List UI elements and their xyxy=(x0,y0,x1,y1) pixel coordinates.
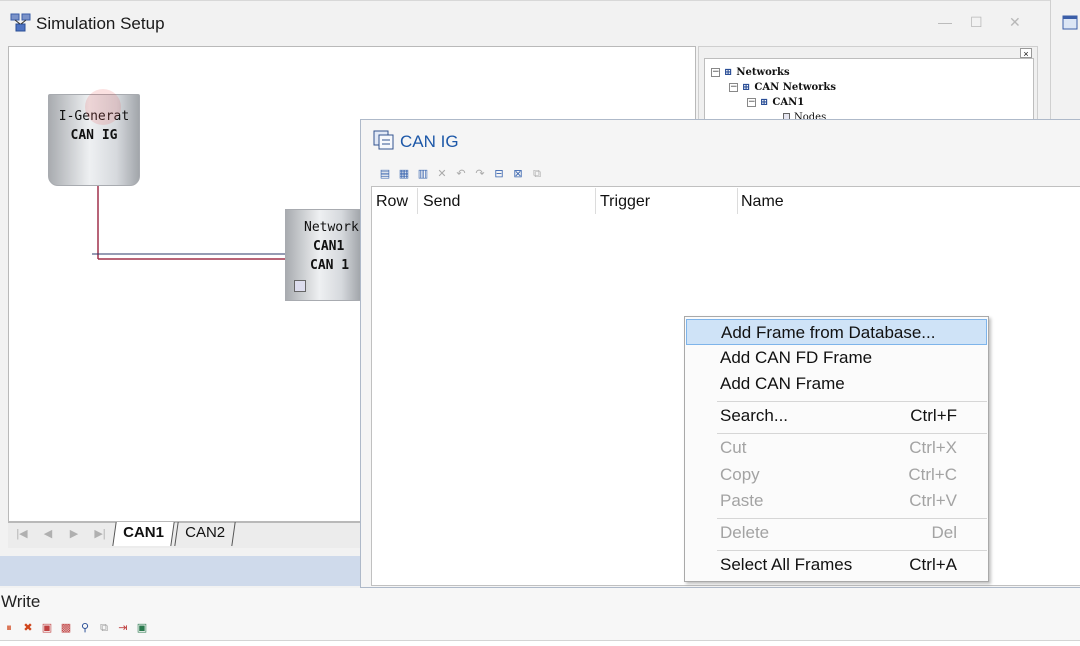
tab-can2[interactable]: CAN2 xyxy=(174,522,236,546)
clear-icon[interactable]: ✖ xyxy=(21,621,35,635)
tab-label: CAN2 xyxy=(185,524,226,541)
write-panel-title: Write xyxy=(1,592,41,611)
tree-expander-icon[interactable]: − xyxy=(729,83,738,92)
tree-item-label: CAN1 xyxy=(772,97,805,108)
window-title: Simulation Setup xyxy=(36,14,165,33)
menu-item-delete[interactable]: Delete Del xyxy=(686,520,987,546)
tab-can1[interactable]: CAN1 xyxy=(112,522,175,546)
pause-icon[interactable]: ⏸ xyxy=(2,621,16,635)
tree-item-label: CAN Networks xyxy=(754,82,836,93)
menu-item-search[interactable]: Search... Ctrl+F xyxy=(686,403,987,429)
can-ig-toolbar: ▤ ▦ ▥ ✕ ↶ ↷ ⊟ ⊠ ⧉ xyxy=(372,163,1080,185)
last-tab-button[interactable]: ▶| xyxy=(90,524,110,544)
menu-item-paste[interactable]: Paste Ctrl+V xyxy=(686,488,987,514)
tree-expander-icon[interactable]: − xyxy=(747,98,756,107)
menu-item-shortcut: Del xyxy=(931,523,957,542)
import-icon[interactable]: ⊟ xyxy=(492,167,506,181)
menu-item-label: Delete xyxy=(720,523,770,542)
menu-item-label: Add CAN Frame xyxy=(720,374,845,393)
add-fd-frame-icon[interactable]: ▦ xyxy=(397,167,411,181)
can-ig-icon xyxy=(373,130,395,150)
menu-separator xyxy=(717,401,987,402)
ig-node-block[interactable]: I-Generat CAN IG xyxy=(48,89,140,186)
tree-close-button[interactable]: × xyxy=(1020,48,1032,59)
settings-icon[interactable]: ⧉ xyxy=(530,167,544,181)
column-separator[interactable] xyxy=(417,188,418,214)
network-icon xyxy=(10,13,32,33)
export-icon[interactable]: ⇥ xyxy=(116,621,130,635)
network-icon: ⊞ xyxy=(760,97,769,108)
column-separator[interactable] xyxy=(595,188,596,214)
delete-icon[interactable]: ✕ xyxy=(435,167,449,181)
menu-item-label: Search... xyxy=(720,406,789,425)
tree-expander-icon[interactable]: − xyxy=(711,68,720,77)
menu-item-label: Cut xyxy=(720,438,747,457)
menu-item-shortcut: Ctrl+C xyxy=(908,465,957,484)
menu-separator xyxy=(717,550,987,551)
tree-item-networks[interactable]: − ⊞ Networks xyxy=(711,67,790,78)
ig-node-name: CAN IG xyxy=(70,128,118,143)
column-header-trigger[interactable]: Trigger xyxy=(600,193,650,211)
write-grid[interactable] xyxy=(0,640,1080,646)
menu-item-shortcut: Ctrl+V xyxy=(909,491,957,510)
column-separator[interactable] xyxy=(737,188,738,214)
network-node-channel: CAN 1 xyxy=(310,258,350,273)
write-toolbar: ⏸ ✖ ▣ ▩ ⚲ ⧉ ⇥ ▣ xyxy=(0,618,1080,638)
add-frame-icon[interactable]: ▤ xyxy=(378,167,392,181)
first-tab-button[interactable]: |◀ xyxy=(12,524,32,544)
add-db-frame-icon[interactable]: ▥ xyxy=(416,167,430,181)
column-header-name[interactable]: Name xyxy=(741,193,784,211)
can-ig-title: CAN IG xyxy=(400,132,459,151)
network-icon: ⊞ xyxy=(724,67,733,78)
menu-item-shortcut: Ctrl+X xyxy=(909,438,957,457)
window-icon[interactable]: ▣ xyxy=(135,621,149,635)
menu-separator xyxy=(717,518,987,519)
tab-label: CAN1 xyxy=(123,524,164,541)
menu-item-shortcut: Ctrl+F xyxy=(910,406,957,425)
column-header-send[interactable]: Send xyxy=(423,193,460,211)
menu-item-label: Add Frame from Database... xyxy=(721,323,936,342)
tree-item-can1[interactable]: − ⊞ CAN1 xyxy=(747,97,804,108)
tree-item-can-networks[interactable]: − ⊞ CAN Networks xyxy=(729,82,836,93)
connection-line xyxy=(92,186,286,260)
menu-item-select-all-frames[interactable]: Select All Frames Ctrl+A xyxy=(686,552,987,578)
context-menu: Add Frame from Database... Add CAN FD Fr… xyxy=(684,316,989,582)
network-node-name: CAN1 xyxy=(313,239,345,254)
network-node-block[interactable]: Network CAN1 CAN 1 xyxy=(285,209,360,301)
menu-item-label: Select All Frames xyxy=(720,555,853,574)
menu-item-shortcut: Ctrl+A xyxy=(909,555,957,574)
minimize-button[interactable]: — xyxy=(938,14,952,30)
menu-separator xyxy=(717,433,987,434)
filter-icon[interactable]: ▣ xyxy=(40,621,54,635)
network-node-type: Network xyxy=(304,220,359,235)
close-button[interactable]: ✕ xyxy=(1009,14,1021,31)
network-icon: ⊞ xyxy=(742,82,751,93)
maximize-button[interactable]: ☐ xyxy=(970,14,983,31)
status-strip xyxy=(0,556,360,586)
window-icon xyxy=(1062,14,1080,32)
node-config-icon[interactable] xyxy=(294,280,306,292)
network-tree[interactable]: − ⊞ Networks − ⊞ CAN Networks − ⊞ CAN1 N… xyxy=(704,58,1034,120)
column-header-row[interactable]: Row xyxy=(376,193,408,211)
menu-item-label: Paste xyxy=(720,491,764,510)
network-canvas-extension xyxy=(360,46,696,120)
menu-item-add-frame-from-database[interactable]: Add Frame from Database... xyxy=(686,319,987,345)
prev-tab-button[interactable]: ◀ xyxy=(38,524,58,544)
menu-item-add-can-frame[interactable]: Add CAN Frame xyxy=(686,371,987,397)
menu-item-cut[interactable]: Cut Ctrl+X xyxy=(686,435,987,461)
options-icon[interactable]: ▩ xyxy=(59,621,73,635)
menu-item-label: Copy xyxy=(720,465,760,484)
find-icon[interactable]: ⚲ xyxy=(78,621,92,635)
tree-item-label: Networks xyxy=(736,67,790,78)
undo-icon[interactable]: ↶ xyxy=(454,167,468,181)
menu-item-copy[interactable]: Copy Ctrl+C xyxy=(686,462,987,488)
menu-item-label: Add CAN FD Frame xyxy=(720,348,873,367)
copy-icon[interactable]: ⧉ xyxy=(97,621,111,635)
menu-item-add-can-fd-frame[interactable]: Add CAN FD Frame xyxy=(686,345,987,371)
redo-icon[interactable]: ↷ xyxy=(473,167,487,181)
export-icon[interactable]: ⊠ xyxy=(511,167,525,181)
next-tab-button[interactable]: ▶ xyxy=(64,524,84,544)
status-indicator-icon xyxy=(85,89,121,125)
